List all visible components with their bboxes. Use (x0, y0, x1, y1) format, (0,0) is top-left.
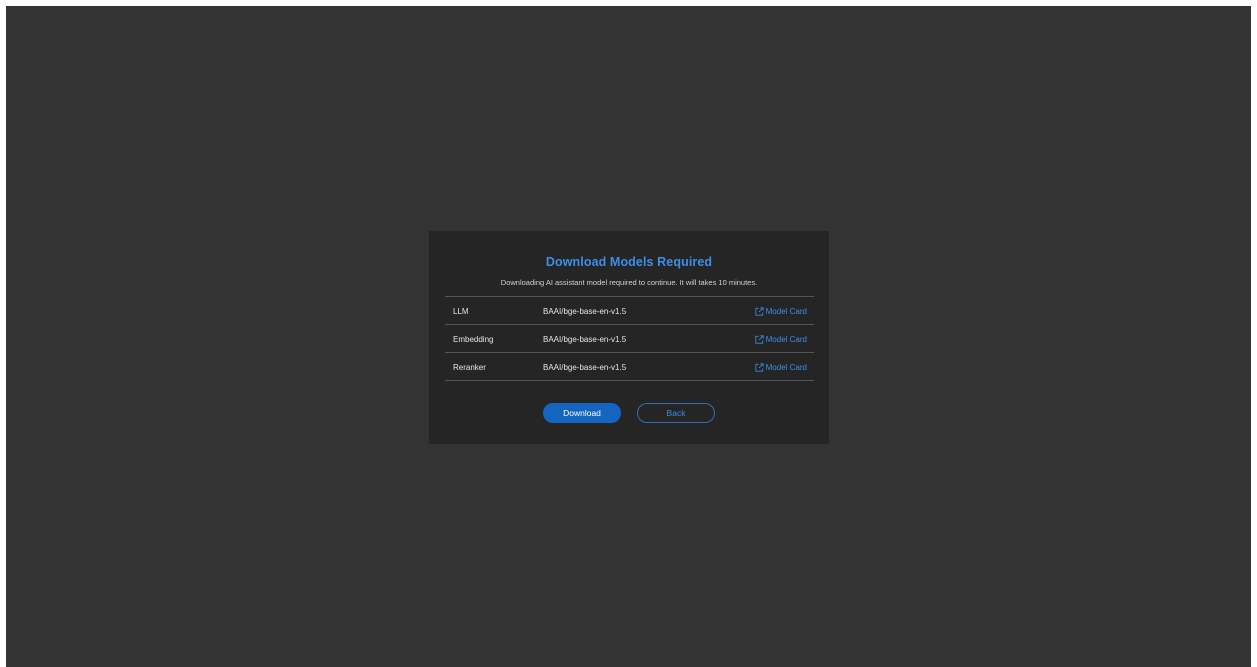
model-row-llm: LLM BAAI/bge-base-en-v1.5 Model Card (445, 297, 814, 325)
model-card-link-embedding[interactable]: Model Card (754, 334, 807, 345)
model-card-link-reranker[interactable]: Model Card (754, 362, 807, 373)
dialog-title: Download Models Required (545, 255, 713, 269)
model-card-link-llm[interactable]: Model Card (754, 306, 807, 317)
app-background: Download Models Required Downloading AI … (6, 6, 1251, 667)
download-models-dialog: Download Models Required Downloading AI … (429, 231, 829, 444)
external-link-icon (755, 307, 764, 316)
model-type: LLM (453, 307, 469, 316)
dialog-subtitle: Downloading AI assistant model required … (500, 278, 758, 287)
model-row-reranker: Reranker BAAI/bge-base-en-v1.5 Model Car… (445, 353, 814, 381)
model-name: BAAI/bge-base-en-v1.5 (543, 335, 627, 344)
external-link-icon (755, 363, 764, 372)
download-button[interactable]: Download (543, 403, 621, 423)
model-card-label: Model Card (765, 335, 807, 344)
model-table: LLM BAAI/bge-base-en-v1.5 Model Card Emb… (445, 296, 814, 381)
back-button[interactable]: Back (637, 403, 715, 423)
model-row-embedding: Embedding BAAI/bge-base-en-v1.5 Model Ca… (445, 325, 814, 353)
model-name: BAAI/bge-base-en-v1.5 (543, 363, 627, 372)
external-link-icon (755, 335, 764, 344)
model-card-label: Model Card (765, 363, 807, 372)
model-type: Reranker (453, 363, 486, 372)
model-name: BAAI/bge-base-en-v1.5 (543, 307, 627, 316)
model-card-label: Model Card (765, 307, 807, 316)
model-type: Embedding (453, 335, 494, 344)
